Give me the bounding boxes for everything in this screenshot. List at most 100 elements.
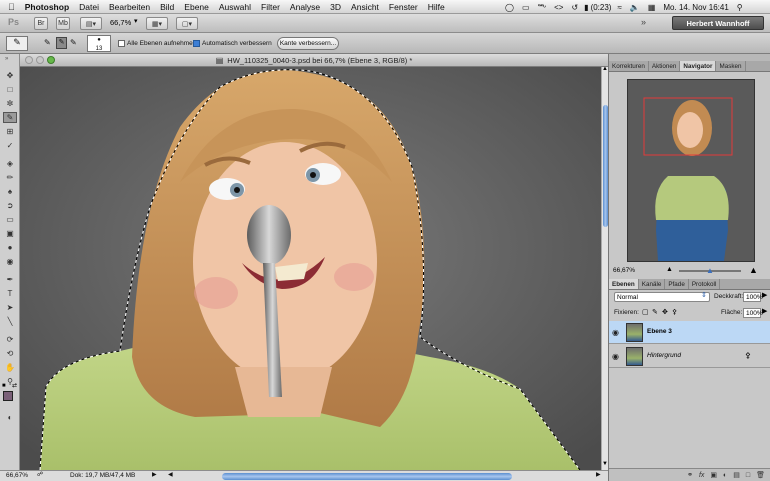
display-icon[interactable]: ▭ bbox=[522, 3, 530, 12]
document-canvas[interactable] bbox=[20, 67, 601, 470]
volume-icon[interactable]: 🔈 bbox=[630, 3, 640, 12]
quick-selection-tool-icon[interactable]: ✎ bbox=[3, 112, 17, 123]
minimize-window-icon[interactable] bbox=[36, 56, 44, 64]
blur-tool-icon[interactable]: ● bbox=[3, 242, 17, 253]
status-zoom[interactable]: 66,67% bbox=[6, 472, 28, 479]
navigator-zoom-thumb[interactable]: ▲ bbox=[706, 266, 714, 275]
fill-input[interactable]: 100% bbox=[743, 308, 763, 318]
spotlight-icon[interactable]: ⚲ bbox=[737, 3, 743, 12]
navigator-preview[interactable] bbox=[627, 79, 755, 262]
bluetooth-icon[interactable]: ᖖ bbox=[538, 3, 547, 12]
visibility-eye-icon[interactable]: ◉ bbox=[612, 328, 619, 337]
navigator-zoom-value[interactable]: 66,67% bbox=[611, 266, 637, 276]
blend-mode-dropdown-icon[interactable]: ⇕ bbox=[701, 291, 707, 299]
default-colors-icon[interactable]: ■ bbox=[2, 383, 6, 389]
fill-slider-icon[interactable]: ▶ bbox=[762, 307, 767, 315]
apple-icon[interactable]:  bbox=[0, 0, 20, 14]
zoom-window-icon[interactable] bbox=[47, 56, 55, 64]
tab-kanaele[interactable]: Kanäle bbox=[639, 279, 666, 289]
vertical-scrollbar[interactable]: ▲ ▼ bbox=[601, 66, 608, 470]
menu-ebene[interactable]: Ebene bbox=[179, 0, 214, 14]
menu-bearbeiten[interactable]: Bearbeiten bbox=[104, 0, 155, 14]
move-tool-icon[interactable]: ✥ bbox=[3, 70, 17, 81]
subtract-selection-icon[interactable]: ✎ bbox=[70, 38, 77, 47]
add-selection-icon[interactable]: ✎ bbox=[56, 37, 67, 49]
gradient-tool-icon[interactable]: ▣ bbox=[3, 228, 17, 239]
menu-3d[interactable]: 3D bbox=[325, 0, 346, 14]
opacity-input[interactable]: 100% bbox=[743, 292, 763, 302]
battery-icon[interactable]: ▮ bbox=[584, 3, 588, 12]
marquee-tool-icon[interactable]: □ bbox=[3, 84, 17, 95]
tab-korrekturen[interactable]: Korrekturen bbox=[609, 61, 649, 71]
wifi-icon[interactable]: ≈ bbox=[617, 3, 621, 12]
expand-chevron-icon[interactable]: » bbox=[641, 17, 646, 27]
menu-fenster[interactable]: Fenster bbox=[384, 0, 423, 14]
status-info-icon[interactable]: ☍ bbox=[37, 471, 43, 478]
lock-position-icon[interactable]: ✥ bbox=[662, 308, 668, 316]
menu-ansicht[interactable]: Ansicht bbox=[346, 0, 384, 14]
arrange-documents-button[interactable]: ▦▾ bbox=[146, 17, 168, 30]
menu-clock[interactable]: Mo. 14. Nov 16:41 bbox=[663, 3, 728, 12]
scroll-right-icon[interactable]: ▶ bbox=[596, 471, 601, 478]
brush-tool-icon[interactable]: ✏ bbox=[3, 172, 17, 183]
status-menu-arrow-icon[interactable]: ▶ bbox=[152, 471, 157, 478]
auto-enhance-option[interactable]: Automatisch verbessern bbox=[193, 40, 272, 47]
menu-datei[interactable]: Datei bbox=[74, 0, 104, 14]
sync-icon[interactable]: ◯ bbox=[505, 3, 514, 12]
quick-mask-icon[interactable]: ◐ bbox=[3, 412, 17, 423]
tab-protokoll[interactable]: Protokoll bbox=[689, 279, 721, 289]
view-extras-button[interactable]: ▤▾ bbox=[80, 17, 102, 30]
brush-size-picker[interactable]: ● 13 bbox=[87, 35, 111, 52]
eyedropper-tool-icon[interactable]: ✓ bbox=[3, 140, 17, 151]
shape-tool-icon[interactable]: ╲ bbox=[3, 316, 17, 327]
swap-colors-icon[interactable]: ⇄ bbox=[12, 382, 17, 389]
refine-edge-button[interactable]: Kante verbessern... bbox=[277, 37, 339, 50]
new-group-icon[interactable]: ▤ bbox=[733, 471, 740, 479]
tab-ebenen[interactable]: Ebenen bbox=[609, 279, 639, 289]
opacity-slider-icon[interactable]: ▶ bbox=[762, 291, 767, 299]
code-icon[interactable]: <> bbox=[554, 3, 563, 12]
menu-app-name[interactable]: Photoshop bbox=[20, 0, 74, 14]
menu-auswahl[interactable]: Auswahl bbox=[214, 0, 256, 14]
tab-navigator[interactable]: Navigator bbox=[680, 61, 717, 71]
hand-tool-icon[interactable]: ✋ bbox=[3, 362, 17, 373]
lock-transparency-icon[interactable]: ▢ bbox=[642, 308, 649, 316]
bridge-button[interactable]: Br bbox=[34, 17, 48, 30]
zoom-out-icon[interactable]: ▲ bbox=[666, 266, 673, 273]
backup-icon[interactable]: ↺ bbox=[571, 3, 578, 12]
tool-preset-picker[interactable]: ✎ bbox=[6, 36, 28, 51]
tab-masken[interactable]: Masken bbox=[716, 61, 746, 71]
eraser-tool-icon[interactable]: ▭ bbox=[3, 214, 17, 225]
horizontal-scroll-thumb[interactable] bbox=[222, 473, 512, 480]
zoom-dropdown-icon[interactable]: ▾ bbox=[134, 17, 138, 25]
menu-hilfe[interactable]: Hilfe bbox=[423, 0, 450, 14]
foreground-color-swatch[interactable] bbox=[3, 391, 13, 401]
sample-all-layers-option[interactable]: Alle Ebenen aufnehmen bbox=[118, 40, 196, 47]
clone-stamp-tool-icon[interactable]: ♠ bbox=[3, 186, 17, 197]
lasso-tool-icon[interactable]: ✼ bbox=[3, 98, 17, 109]
healing-brush-tool-icon[interactable]: ◈ bbox=[3, 158, 17, 169]
dodge-tool-icon[interactable]: ◉ bbox=[3, 256, 17, 267]
3d-orbit-tool-icon[interactable]: ⟲ bbox=[3, 348, 17, 359]
zoom-in-icon[interactable]: ▲ bbox=[749, 265, 758, 275]
pen-tool-icon[interactable]: ✒ bbox=[3, 274, 17, 285]
toolbox-collapse-icon[interactable]: » bbox=[5, 56, 8, 62]
scroll-left-icon[interactable]: ◀ bbox=[168, 471, 173, 478]
menu-analyse[interactable]: Analyse bbox=[285, 0, 325, 14]
3d-rotate-tool-icon[interactable]: ⟳ bbox=[3, 334, 17, 345]
add-mask-icon[interactable]: ▣ bbox=[710, 471, 717, 479]
type-tool-icon[interactable]: T bbox=[3, 288, 17, 299]
tab-aktionen[interactable]: Aktionen bbox=[649, 61, 681, 71]
layer-style-icon[interactable]: fx bbox=[699, 472, 704, 479]
history-brush-tool-icon[interactable]: ➲ bbox=[3, 200, 17, 211]
input-icon[interactable]: ▦ bbox=[648, 3, 656, 12]
delete-layer-icon[interactable]: 🗑 bbox=[756, 471, 765, 479]
close-window-icon[interactable] bbox=[25, 56, 33, 64]
auto-enhance-checkbox[interactable] bbox=[193, 40, 200, 47]
new-selection-icon[interactable]: ✎ bbox=[44, 38, 51, 47]
layer-row-hintergrund[interactable]: ◉ Hintergrund ⚴ bbox=[609, 345, 770, 368]
lock-all-icon[interactable]: ⚴ bbox=[672, 308, 677, 316]
panel-dock-header[interactable] bbox=[609, 54, 770, 61]
menu-filter[interactable]: Filter bbox=[256, 0, 285, 14]
document-tab[interactable]: ▤ HW_110325_0040-3.psd bei 66,7% (Ebene … bbox=[20, 54, 608, 67]
